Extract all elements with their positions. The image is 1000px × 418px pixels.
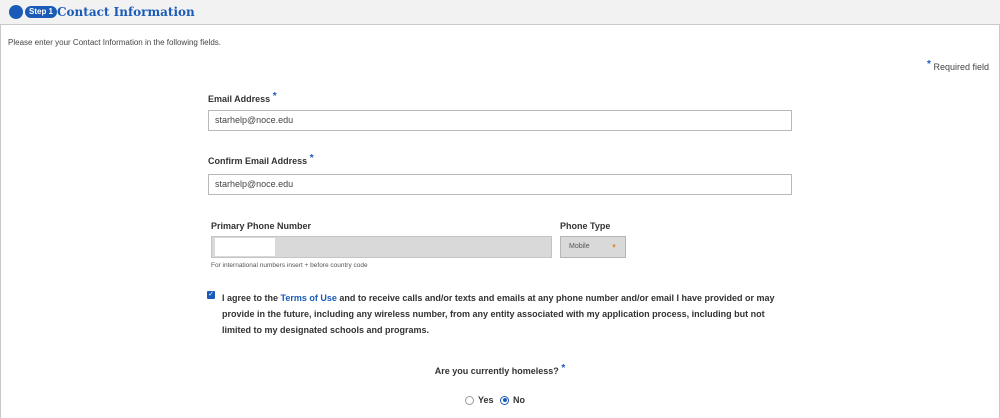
homeless-question-text: Are you currently homeless? — [434, 366, 559, 376]
required-star: * — [561, 363, 566, 374]
email-label-text: Email Address — [208, 94, 271, 104]
homeless-question: Are you currently homeless? * — [0, 363, 1000, 377]
no-radio[interactable] — [500, 395, 509, 405]
terms-agreement-text: I agree to the Terms of Use and to recei… — [222, 290, 792, 338]
phone-field[interactable] — [215, 238, 275, 256]
email-label: Email Address * — [208, 91, 277, 105]
confirm-email-label-text: Confirm Email Address — [208, 156, 308, 166]
step-header: Step 1 Contact Information — [0, 0, 1000, 25]
left-border — [0, 25, 1, 418]
required-field-note: * Required field — [927, 59, 989, 73]
terms-of-use-link[interactable]: Terms of Use — [281, 293, 337, 303]
required-star: * — [309, 153, 314, 164]
homeless-yes-option[interactable]: Yes — [465, 395, 494, 405]
required-star: * — [272, 91, 277, 102]
phone-hint: For international numbers insert + befor… — [211, 262, 368, 269]
phone-type-label: Phone Type — [560, 221, 611, 231]
email-field[interactable]: starhelp@noce.edu — [208, 110, 792, 131]
phone-type-value: Mobile — [569, 243, 590, 250]
confirm-email-field[interactable]: starhelp@noce.edu — [208, 174, 792, 195]
phone-field-container — [211, 236, 552, 258]
phone-label: Primary Phone Number — [211, 221, 312, 231]
step-badge: Step 1 — [25, 6, 58, 18]
homeless-no-option[interactable]: No — [500, 395, 525, 405]
yes-radio[interactable] — [465, 395, 474, 405]
section-title: Contact Information — [57, 5, 195, 19]
step-indicator-icon — [9, 5, 23, 19]
required-field-text: Required field — [933, 62, 989, 72]
yes-label: Yes — [478, 395, 494, 405]
terms-checkbox[interactable]: ✓ — [207, 291, 215, 299]
terms-prefix: I agree to the — [222, 293, 281, 303]
required-star: * — [927, 59, 931, 70]
chevron-down-icon: ▼ — [611, 244, 617, 250]
phone-type-select[interactable]: Mobile ▼ — [560, 236, 626, 258]
confirm-email-label: Confirm Email Address * — [208, 153, 314, 167]
no-label: No — [513, 395, 525, 405]
intro-text: Please enter your Contact Information in… — [8, 38, 222, 47]
